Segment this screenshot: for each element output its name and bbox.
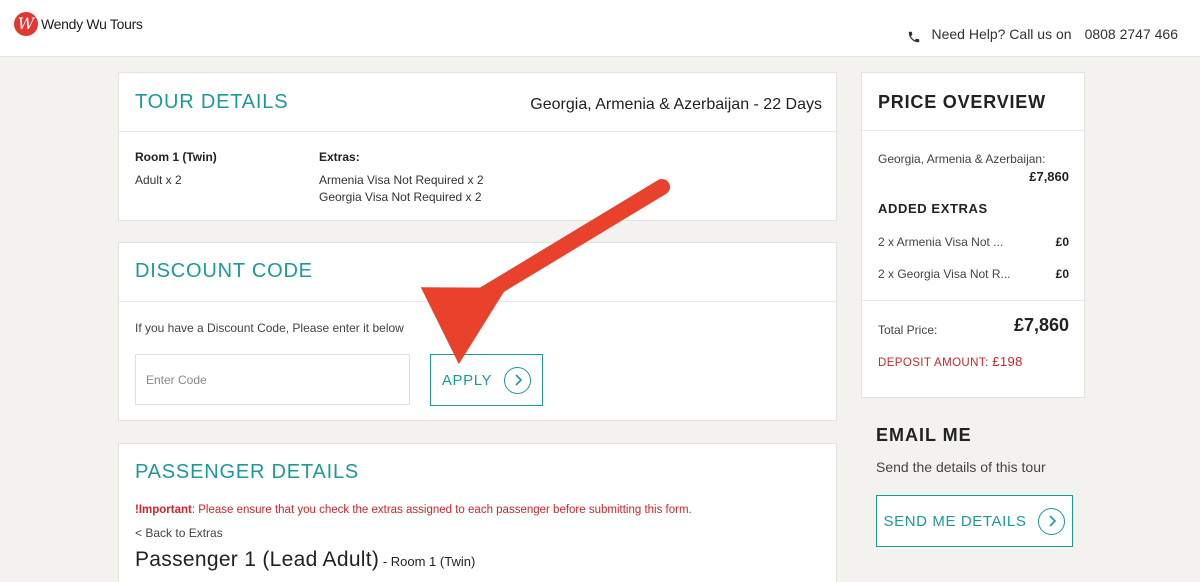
- divider: [862, 300, 1084, 301]
- extra-price-amount: £0: [1055, 267, 1069, 281]
- apply-label: APPLY: [441, 371, 493, 389]
- chevron-right-icon: [504, 366, 532, 394]
- passenger-title: Passenger 1 (Lead Adult) - Room 1 (Twin): [135, 548, 475, 572]
- deposit-row: DEPOSIT AMOUNT: £198: [878, 354, 1069, 369]
- extra-price-label: 2 x Armenia Visa Not ...: [878, 235, 1004, 249]
- extra-price-label: 2 x Georgia Visa Not R...: [878, 267, 1011, 281]
- back-to-extras-link[interactable]: < Back to Extras: [135, 526, 223, 540]
- deposit-amount: £198: [992, 354, 1023, 369]
- phone-icon: [909, 31, 920, 43]
- email-me-subtitle: Send the details of this tour: [876, 459, 1046, 475]
- discount-title: DISCOUNT CODE: [135, 260, 313, 282]
- price-overview-card: PRICE OVERVIEW Georgia, Armenia & Azerba…: [861, 72, 1085, 398]
- help-contact: Need Help? Call us on 0808 2747 466: [907, 24, 1178, 44]
- room-info: Room 1 (Twin) Adult x 2: [135, 149, 217, 189]
- price-overview-title: PRICE OVERVIEW: [878, 92, 1046, 112]
- important-notice: !Important: Please ensure that you check…: [135, 504, 692, 516]
- divider: [119, 131, 836, 132]
- added-extras-title: ADDED EXTRAS: [878, 201, 988, 216]
- extra-item: Armenia Visa Not Required x 2: [319, 173, 484, 187]
- extras-label: Extras:: [319, 150, 360, 164]
- logo-mark-icon: W: [14, 12, 38, 36]
- discount-help-text: If you have a Discount Code, Please ente…: [135, 321, 404, 335]
- important-label: !Important: [135, 504, 192, 516]
- phone-number[interactable]: 0808 2747 466: [1085, 26, 1178, 42]
- extra-price-row: 2 x Georgia Visa Not R... £0: [878, 267, 1069, 281]
- send-me-details-button[interactable]: SEND ME DETAILS: [876, 495, 1073, 547]
- divider: [119, 301, 836, 302]
- chevron-right-icon: [1038, 507, 1066, 535]
- passenger-details-card: PASSENGER DETAILS !Important: Please ens…: [118, 443, 837, 582]
- passenger-details-title: PASSENGER DETAILS: [135, 461, 360, 483]
- important-text: : Please ensure that you check the extra…: [191, 504, 692, 516]
- help-text: Need Help? Call us on: [931, 26, 1072, 42]
- brand-name: Wendy Wu Tours: [41, 16, 143, 32]
- passenger-name: Passenger 1 (Lead Adult): [135, 548, 380, 571]
- discount-card: DISCOUNT CODE If you have a Discount Cod…: [118, 242, 837, 421]
- tour-price-label: Georgia, Armenia & Azerbaijan:: [878, 152, 1046, 166]
- apply-button[interactable]: APPLY: [430, 354, 543, 406]
- tour-price-value: £7,860: [1029, 169, 1069, 184]
- tour-details-card: TOUR DETAILS Georgia, Armenia & Azerbaij…: [118, 72, 837, 221]
- extras-info: Extras: Armenia Visa Not Required x 2 Ge…: [319, 149, 484, 206]
- top-bar: W Wendy Wu Tours Need Help? Call us on 0…: [0, 0, 1200, 57]
- discount-code-input[interactable]: [135, 354, 410, 405]
- email-me-title: EMAIL ME: [876, 425, 972, 445]
- total-price-amount: £7,860: [1013, 315, 1069, 335]
- room-value: Adult x 2: [135, 173, 182, 187]
- tour-details-title: TOUR DETAILS: [135, 91, 289, 113]
- extra-price-row: 2 x Armenia Visa Not ... £0: [878, 235, 1069, 249]
- tour-name: Georgia, Armenia & Azerbaijan - 22 Days: [530, 96, 822, 113]
- brand-logo[interactable]: W Wendy Wu Tours: [14, 12, 143, 36]
- passenger-room: - Room 1 (Twin): [379, 554, 476, 569]
- divider: [862, 130, 1084, 131]
- send-me-details-label: SEND ME DETAILS: [883, 512, 1027, 530]
- room-label: Room 1 (Twin): [135, 150, 217, 164]
- extra-item: Georgia Visa Not Required x 2: [319, 190, 482, 204]
- deposit-label: DEPOSIT AMOUNT:: [878, 357, 989, 369]
- extra-price-amount: £0: [1055, 235, 1069, 249]
